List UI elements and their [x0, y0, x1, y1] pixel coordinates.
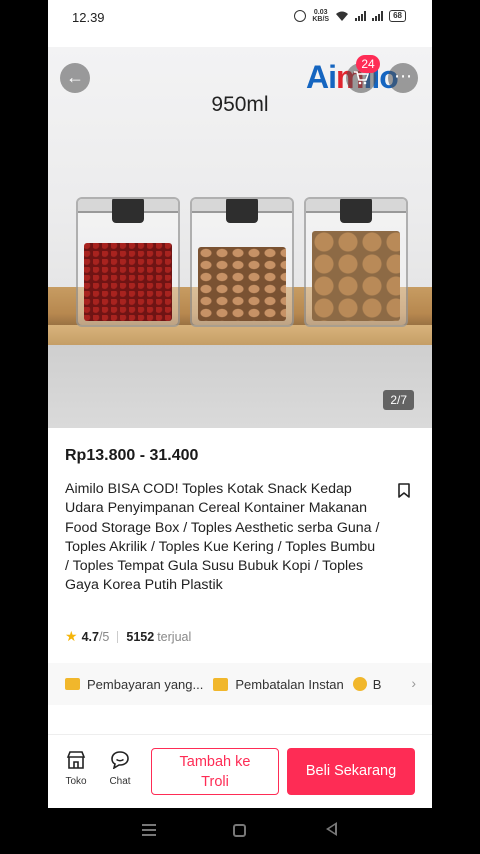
net-speed-value: 0.03 [313, 9, 328, 16]
image-floor [48, 345, 432, 428]
back-triangle-icon[interactable] [326, 822, 337, 836]
back-button[interactable]: ← [60, 63, 90, 93]
chat-icon [111, 751, 129, 770]
buy-now-button[interactable]: Beli Sekarang [287, 748, 415, 795]
sold-count: 5152 [126, 629, 155, 644]
signal-icon-2 [372, 11, 384, 21]
jar-walnuts [304, 197, 408, 327]
product-price: Rp13.800 - 31.400 [65, 447, 199, 464]
net-speed-unit: KB/S [312, 16, 330, 23]
status-bar: 12.39 0.03 KB/S 68 [48, 0, 432, 40]
image-shelf-front [48, 325, 432, 345]
add-to-cart-line1: Tambah ke [179, 754, 251, 770]
jar-red-beans [76, 197, 180, 327]
product-image-carousel[interactable]: 950ml ← Aimilo 24 ⋯ 2/7 [48, 47, 432, 428]
rating-max: /5 [98, 629, 110, 644]
chat-label: Chat [109, 776, 131, 787]
bottom-action-bar: Toko Chat Tambah ke Troli Beli Sekarang [48, 734, 432, 808]
store-icon [66, 751, 86, 769]
benefits-row[interactable]: Pembayaran yang... Pembatalan Instan B › [48, 663, 432, 705]
sold-label: terjual [157, 629, 192, 644]
image-page-indicator: 2/7 [383, 390, 414, 410]
net-speed: 0.03 KB/S [312, 9, 329, 23]
signal-icon [355, 11, 367, 21]
add-to-cart-button[interactable]: Tambah ke Troli [151, 748, 279, 795]
chevron-right-icon: › [411, 675, 416, 691]
add-to-cart-line2: Troli [201, 774, 229, 790]
benefit-cancel: Pembatalan Instan [235, 676, 344, 692]
status-icons: 0.03 KB/S 68 [294, 9, 406, 23]
more-options-button[interactable]: ⋯ [388, 63, 418, 93]
payment-icon [65, 678, 80, 690]
bookmark-icon[interactable] [398, 483, 410, 498]
brand-logo-part-1: Ai [306, 59, 337, 95]
benefit-third: B [372, 676, 382, 692]
battery-icon: 68 [389, 10, 406, 22]
badge-icon [352, 677, 367, 691]
product-title: Aimilo BISA COD! Toples Kotak Snack Keda… [65, 481, 380, 594]
status-time: 12.39 [72, 10, 105, 25]
store-label: Toko [65, 776, 87, 787]
store-button[interactable]: Toko [60, 751, 92, 787]
divider [117, 630, 119, 643]
benefit-payment: Pembayaran yang... [87, 676, 204, 692]
recent-apps-icon[interactable] [142, 824, 156, 836]
phone-screen: 12.39 0.03 KB/S 68 950ml ← Aimilo [48, 0, 432, 808]
cancel-icon [213, 677, 229, 691]
rating-score: 4.7 [81, 629, 99, 644]
wifi-icon [336, 11, 349, 21]
star-icon: ★ [65, 628, 78, 644]
cart-count-badge: 24 [356, 55, 380, 73]
more-icon: ⋯ [394, 66, 412, 86]
arrow-left-icon: ← [66, 67, 84, 87]
android-nav-bar [0, 808, 480, 854]
rating-row[interactable]: ★ 4.7 /5 5152 terjual [65, 628, 191, 645]
alarm-icon [294, 10, 307, 22]
jar-nuts [190, 197, 294, 327]
chat-button[interactable]: Chat [104, 751, 136, 787]
home-icon[interactable] [233, 824, 246, 837]
